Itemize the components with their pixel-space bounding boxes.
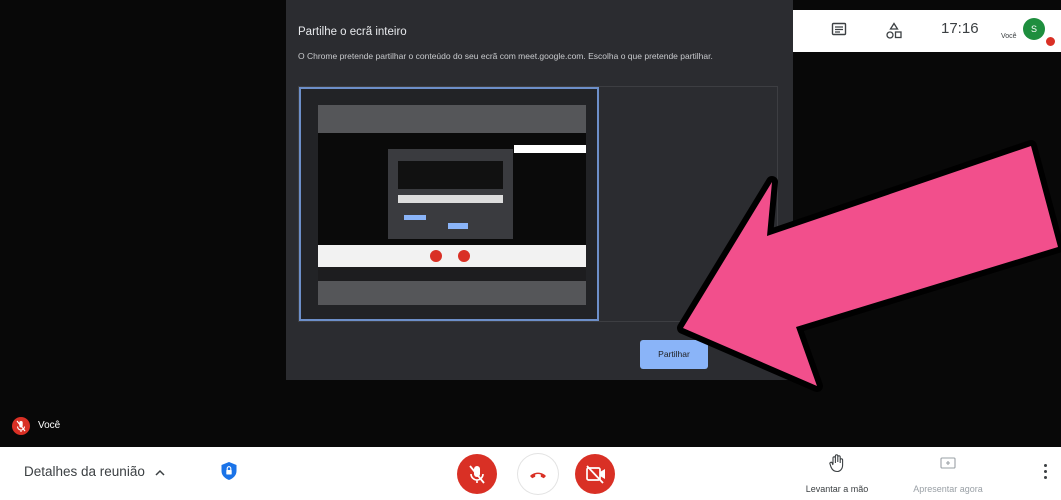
dialog-description: O Chrome pretende partilhar o conteúdo d… xyxy=(298,51,713,61)
more-options-icon[interactable] xyxy=(1040,461,1052,483)
bottom-control-bar: Detalhes da reunião Levantar a mão Apres… xyxy=(0,447,1061,500)
self-label: Você xyxy=(1001,33,1017,40)
camera-toggle-button[interactable] xyxy=(575,454,615,494)
avatar[interactable]: S xyxy=(1023,18,1045,40)
raise-hand-button[interactable]: Levantar a mão xyxy=(794,451,880,497)
chevron-up-icon[interactable] xyxy=(154,466,166,478)
present-now-label: Apresentar agora xyxy=(913,484,983,494)
present-screen-icon xyxy=(940,457,956,476)
meeting-details-button[interactable]: Detalhes da reunião xyxy=(24,464,145,479)
self-name-label: Você xyxy=(38,420,61,431)
mic-muted-badge xyxy=(1045,36,1056,47)
screen-thumbnail-area xyxy=(298,86,778,322)
share-button[interactable]: Partilhar xyxy=(640,340,708,369)
present-now-button[interactable]: Apresentar agora xyxy=(898,451,998,497)
meeting-stage: Partilhe o ecrã inteiro O Chrome pretend… xyxy=(0,0,1061,447)
meeting-clock: 17:16 xyxy=(941,20,979,37)
screen-preview-image xyxy=(318,105,586,305)
chat-icon[interactable] xyxy=(831,22,847,38)
leave-call-button[interactable] xyxy=(518,454,558,494)
mic-off-icon xyxy=(12,417,30,435)
shield-icon[interactable] xyxy=(220,461,238,481)
screen-thumbnail[interactable] xyxy=(299,87,599,321)
top-right-panel: 17:16 Você S xyxy=(793,10,1061,52)
share-screen-dialog: Partilhe o ecrã inteiro O Chrome pretend… xyxy=(286,0,793,380)
hand-icon xyxy=(829,453,845,478)
dialog-title: Partilhe o ecrã inteiro xyxy=(298,26,407,38)
raise-hand-label: Levantar a mão xyxy=(805,484,869,494)
activities-icon[interactable] xyxy=(885,22,903,40)
mic-toggle-button[interactable] xyxy=(457,454,497,494)
